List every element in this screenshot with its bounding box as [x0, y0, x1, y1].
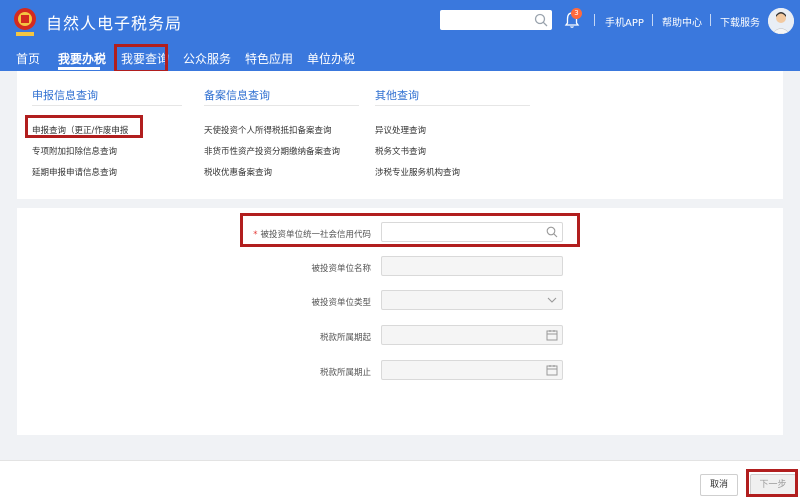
column-divider: [32, 105, 182, 106]
field-label-period-end: 税款所属期止: [320, 366, 371, 378]
mobile-app-link[interactable]: 手机APP: [605, 14, 644, 29]
period-end-date-field[interactable]: [381, 360, 563, 380]
column-divider: [204, 105, 359, 106]
highlight-nav-query: [114, 44, 168, 73]
download-service-link[interactable]: 下载服务: [720, 14, 760, 29]
app-title: 自然人电子税务局: [46, 10, 182, 34]
column-title-other: 其他查询: [375, 87, 419, 103]
user-avatar[interactable]: [768, 8, 794, 34]
nav-home[interactable]: 首页: [16, 50, 40, 67]
menu-item-objection-query[interactable]: 异议处理查询: [375, 124, 426, 136]
highlight-credit-code-field: [240, 213, 580, 247]
nav-special-apps[interactable]: 特色应用: [245, 50, 293, 67]
chevron-down-icon: [546, 294, 558, 306]
tax-emblem-logo: [10, 6, 40, 38]
field-label-company-name: 被投资单位名称: [311, 262, 371, 274]
nav-unit-tax[interactable]: 单位办税: [307, 50, 355, 67]
active-tab-underline: [58, 67, 100, 70]
header-divider: [594, 14, 595, 26]
column-divider: [375, 105, 530, 106]
column-title-record-info: 备案信息查询: [204, 87, 270, 103]
search-icon[interactable]: [534, 13, 548, 27]
menu-item-tax-document-query[interactable]: 税务文书查询: [375, 145, 426, 157]
menu-item-tax-preference-query[interactable]: 税收优惠备案查询: [204, 166, 272, 178]
calendar-icon[interactable]: [546, 364, 558, 376]
header-divider: [652, 14, 653, 26]
menu-item-tax-agency-query[interactable]: 涉税专业服务机构查询: [375, 166, 460, 178]
company-type-select[interactable]: [381, 290, 563, 310]
header-search-input[interactable]: [440, 10, 552, 30]
period-start-date-field[interactable]: [381, 325, 563, 345]
header-divider: [710, 14, 711, 26]
footer-bar: [0, 460, 800, 498]
field-label-company-type: 被投资单位类型: [311, 296, 371, 308]
nav-public-service[interactable]: 公众服务: [183, 50, 231, 67]
help-center-link[interactable]: 帮助中心: [662, 14, 702, 29]
nav-handle-tax[interactable]: 我要办税: [58, 50, 106, 67]
column-title-filing-info: 申报信息查询: [32, 87, 98, 103]
highlight-filing-query: [25, 115, 143, 138]
notification-badge: 3: [571, 8, 582, 19]
menu-item-angel-investment-query[interactable]: 天使投资个人所得税抵扣备案查询: [204, 124, 332, 136]
menu-item-extension-query[interactable]: 延期申报申请信息查询: [32, 166, 117, 178]
highlight-next-step: [746, 469, 798, 497]
user-portrait-icon: [768, 8, 794, 34]
cancel-button[interactable]: 取消: [700, 474, 738, 496]
calendar-icon[interactable]: [546, 329, 558, 341]
menu-item-non-monetary-asset-query[interactable]: 非货币性资产投资分期缴纳备案查询: [204, 145, 340, 157]
field-label-period-start: 税款所属期起: [320, 331, 371, 343]
menu-item-special-deduction-query[interactable]: 专项附加扣除信息查询: [32, 145, 117, 157]
company-name-field: [381, 256, 563, 276]
